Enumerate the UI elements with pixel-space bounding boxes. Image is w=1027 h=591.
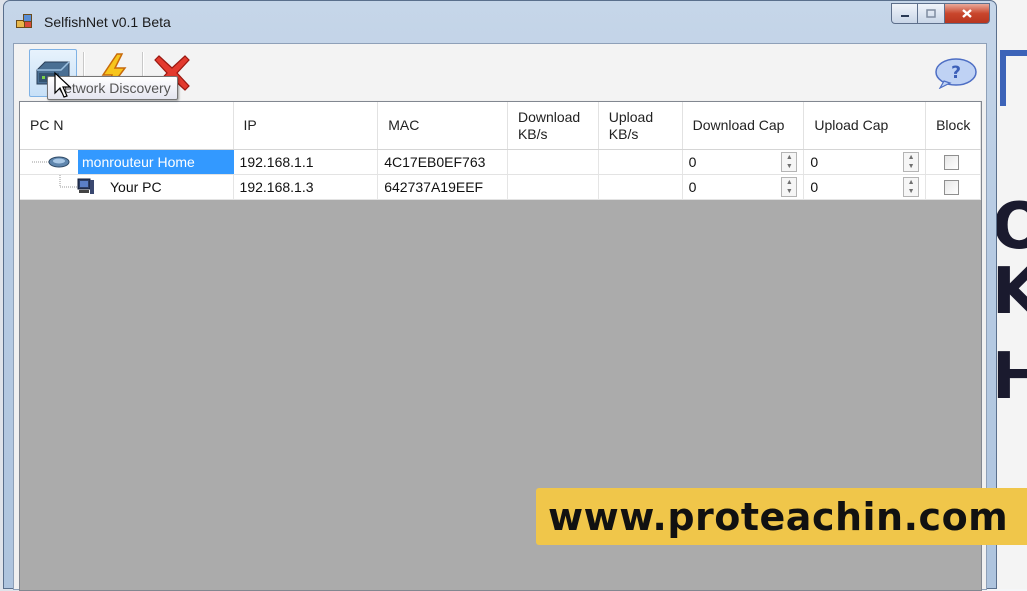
spin-up-icon[interactable]: ▲ (904, 153, 918, 162)
ip-cell: 192.168.1.1 (234, 150, 379, 174)
upload-cap-value: 0 (810, 154, 819, 170)
download-cap-stepper[interactable]: 0 ▲ ▼ (683, 175, 805, 199)
spin-up-icon[interactable]: ▲ (782, 153, 796, 162)
block-checkbox[interactable] (944, 179, 960, 195)
download-rate-cell (508, 150, 599, 174)
grid-header: PC N IP MAC Download KB/s Upload KB/s Do… (20, 102, 981, 150)
spin-down-icon[interactable]: ▼ (904, 162, 918, 171)
spin-down-icon[interactable]: ▼ (782, 187, 796, 196)
close-button[interactable] (945, 3, 990, 24)
computer-icon (77, 178, 94, 194)
window-title: SelfishNet v0.1 Beta (44, 14, 171, 30)
column-header-block[interactable]: Block (926, 102, 981, 149)
background-glyph: O (992, 190, 1027, 264)
svg-text:?: ? (951, 63, 961, 83)
spin-arrows[interactable]: ▲ ▼ (903, 152, 920, 172)
upload-rate-cell (599, 150, 683, 174)
download-cap-stepper[interactable]: 0 ▲ ▼ (683, 150, 805, 174)
spin-arrows[interactable]: ▲ ▼ (903, 177, 920, 197)
background-decoration (1000, 50, 1027, 106)
spin-up-icon[interactable]: ▲ (904, 178, 918, 187)
column-header-upload-rate[interactable]: Upload KB/s (599, 102, 683, 149)
table-row[interactable]: Your PC 192.168.1.3 642737A19EEF 0 ▲ ▼ 0 … (20, 175, 981, 200)
background-glyph: K (992, 255, 1027, 329)
column-header-mac[interactable]: MAC (378, 102, 508, 149)
watermark-banner: www.proteachin.com (536, 488, 1027, 545)
pc-name-label: Your PC (110, 179, 162, 195)
close-icon (962, 9, 972, 18)
download-cap-value: 0 (688, 154, 697, 170)
spin-up-icon[interactable]: ▲ (782, 178, 796, 187)
help-button[interactable]: ? (934, 57, 978, 90)
spin-arrows[interactable]: ▲ ▼ (781, 152, 798, 172)
download-cap-value: 0 (688, 179, 697, 195)
column-header-upload-cap[interactable]: Upload Cap (804, 102, 927, 149)
column-header-pc-name[interactable]: PC N (20, 102, 234, 149)
maximize-button[interactable] (918, 3, 945, 24)
title-bar[interactable]: SelfishNet v0.1 Beta (4, 1, 996, 43)
table-row[interactable]: monrouteur Home 192.168.1.1 4C17EB0EF763… (20, 150, 981, 175)
spin-arrows[interactable]: ▲ ▼ (781, 177, 798, 197)
pc-name-cell[interactable]: Your PC (20, 175, 234, 199)
maximize-icon (926, 9, 936, 18)
pc-name-cell[interactable]: monrouteur Home (20, 150, 234, 174)
block-cell (926, 175, 981, 199)
help-bubble-icon: ? (935, 58, 977, 90)
minimize-button[interactable] (891, 3, 918, 24)
column-header-download-rate[interactable]: Download KB/s (508, 102, 599, 149)
app-icon (16, 14, 32, 28)
column-header-ip[interactable]: IP (234, 102, 379, 149)
background-glyph: H (992, 340, 1027, 414)
router-icon (48, 156, 70, 168)
mac-cell: 642737A19EEF (378, 175, 508, 199)
upload-cap-stepper[interactable]: 0 ▲ ▼ (804, 150, 927, 174)
mac-cell: 4C17EB0EF763 (378, 150, 508, 174)
download-rate-cell (508, 175, 599, 199)
spin-down-icon[interactable]: ▼ (782, 162, 796, 171)
pc-name-label: monrouteur Home (78, 150, 234, 174)
upload-rate-cell (599, 175, 683, 199)
upload-cap-value: 0 (810, 179, 819, 195)
mouse-cursor-icon (54, 71, 72, 98)
block-checkbox[interactable] (944, 154, 960, 170)
spin-down-icon[interactable]: ▼ (904, 187, 918, 196)
minimize-icon (900, 14, 909, 17)
column-header-download-cap[interactable]: Download Cap (683, 102, 805, 149)
upload-cap-stepper[interactable]: 0 ▲ ▼ (804, 175, 927, 199)
caption-buttons (891, 3, 990, 25)
block-cell (926, 150, 981, 174)
ip-cell: 192.168.1.3 (234, 175, 379, 199)
